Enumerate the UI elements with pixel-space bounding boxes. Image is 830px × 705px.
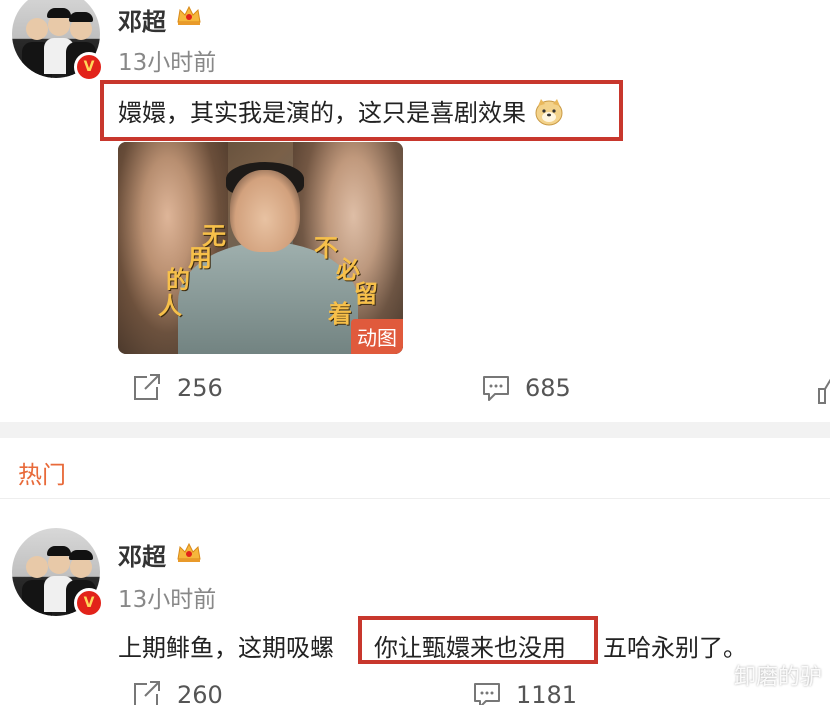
repost-icon bbox=[134, 681, 160, 705]
caption-char: 必 bbox=[336, 256, 360, 284]
verified-v-icon: V bbox=[74, 52, 104, 82]
post-time: 13小时前 bbox=[118, 50, 217, 76]
weibo-page: V 邓超 13小时前 嬛嬛，其实我是演的，这只是喜剧效果 无 用 的 人 不 必… bbox=[0, 0, 830, 705]
comment-count: 685 bbox=[525, 374, 571, 402]
caption-char: 着 bbox=[328, 300, 352, 328]
section-divider bbox=[0, 422, 830, 438]
comment-text-before: 上期鲱鱼，这期吸螺 bbox=[118, 634, 334, 662]
caption-char: 留 bbox=[354, 280, 378, 308]
comment-text-highlight: 你让甄嬛来也没用 bbox=[374, 634, 566, 662]
verified-v-icon: V bbox=[74, 588, 104, 618]
repost-button[interactable]: 256 bbox=[131, 373, 223, 403]
caption-char: 的 bbox=[166, 266, 190, 294]
caption-char: 人 bbox=[158, 292, 182, 320]
gif-badge: 动图 bbox=[351, 319, 403, 354]
repost-icon bbox=[134, 374, 160, 400]
hot-section-label[interactable]: 热门 bbox=[18, 455, 66, 490]
comment-icon bbox=[474, 683, 500, 705]
comment-count: 1181 bbox=[516, 681, 578, 705]
comment-icon bbox=[483, 376, 509, 401]
comment-button[interactable]: 685 bbox=[481, 373, 571, 403]
man-head bbox=[230, 170, 300, 252]
post-username[interactable]: 邓超 bbox=[118, 2, 166, 37]
section-line bbox=[0, 498, 830, 499]
repost-count: 256 bbox=[177, 374, 223, 402]
comment-time: 13小时前 bbox=[118, 587, 217, 613]
crown-icon bbox=[177, 542, 201, 562]
caption-char: 不 bbox=[314, 234, 338, 262]
crown-icon bbox=[177, 5, 201, 25]
post-text: 嬛嬛，其实我是演的，这只是喜剧效果 bbox=[118, 93, 564, 128]
comment-button[interactable]: 1181 bbox=[472, 680, 577, 705]
like-icon[interactable] bbox=[817, 375, 830, 405]
comment-text-after: 五哈永别了。 bbox=[603, 634, 747, 662]
comment-username[interactable]: 邓超 bbox=[118, 537, 166, 572]
post-text-content: 嬛嬛，其实我是演的，这只是喜剧效果 bbox=[118, 99, 526, 127]
post-gif-image[interactable]: 无 用 的 人 不 必 留 着 动图 bbox=[118, 142, 403, 354]
watermark: 卸磨的驴 bbox=[733, 665, 822, 690]
repost-count: 260 bbox=[177, 681, 223, 705]
doge-emoji-icon bbox=[535, 99, 563, 126]
caption-char: 用 bbox=[188, 244, 212, 272]
repost-button[interactable]: 260 bbox=[131, 680, 223, 705]
